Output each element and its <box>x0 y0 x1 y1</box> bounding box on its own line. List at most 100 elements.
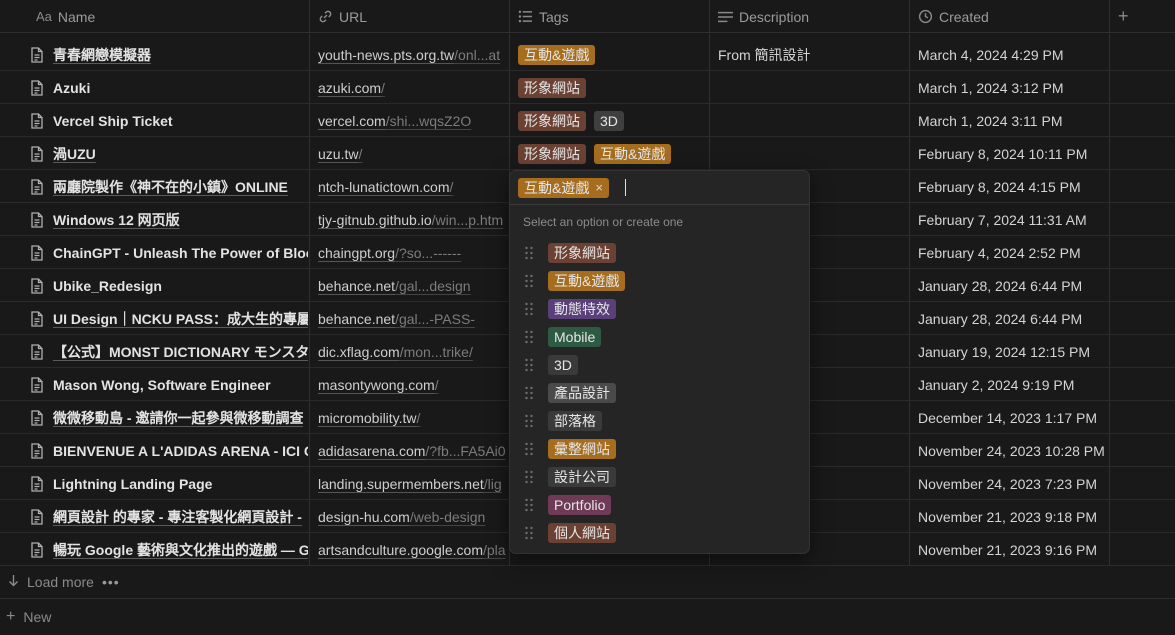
remove-tag-icon[interactable]: × <box>595 179 603 197</box>
tags-cell[interactable]: 互動&遊戲 <box>518 38 708 71</box>
name-cell[interactable]: Vercel Ship Ticket <box>30 104 308 137</box>
drag-handle-icon[interactable] <box>524 274 534 288</box>
more-options-icon[interactable]: ••• <box>102 574 120 590</box>
tag-option[interactable]: 個人網站 <box>510 519 809 547</box>
page-title-link[interactable]: Ubike_Redesign <box>53 278 162 294</box>
url-path[interactable]: /web-design <box>410 509 486 525</box>
drag-handle-icon[interactable] <box>524 302 534 316</box>
url-domain[interactable]: artsandculture.google.com <box>318 542 483 558</box>
column-header-description[interactable]: Description <box>718 0 908 33</box>
tag-option[interactable]: Portfolio <box>510 491 809 519</box>
tags-cell[interactable]: 形象網站 互動&遊戲 <box>518 137 708 170</box>
name-cell[interactable]: Azuki <box>30 71 308 104</box>
page-title-link[interactable]: Windows 12 网页版 <box>53 210 180 230</box>
url-path[interactable]: /shi...wqsZ2O <box>386 113 472 129</box>
name-cell[interactable]: BIENVENUE A L'ADIDAS ARENA - ICI C'EST <box>30 434 308 467</box>
url-cell[interactable]: vercel.com/shi...wqsZ2O <box>318 104 508 137</box>
name-cell[interactable]: Windows 12 网页版 <box>30 203 308 236</box>
name-cell[interactable]: 暢玩 Google 藝術與文化推出的遊戲 — Google <box>30 533 308 566</box>
url-domain[interactable]: tjy-gitnub.github.io <box>318 212 432 228</box>
url-path[interactable]: / <box>417 410 421 426</box>
drag-handle-icon[interactable] <box>524 442 534 456</box>
url-domain[interactable]: behance.net <box>318 278 395 294</box>
drag-handle-icon[interactable] <box>524 414 534 428</box>
page-title-link[interactable]: 網頁設計 的專家 - 專注客製化網頁設計 - <box>53 507 302 527</box>
description-cell[interactable] <box>718 137 908 170</box>
drag-handle-icon[interactable] <box>524 526 534 540</box>
tag-option[interactable]: 部落格 <box>510 407 809 435</box>
tags-cell[interactable]: 形象網站 3D <box>518 104 708 137</box>
url-domain[interactable]: masontywong.com <box>318 377 435 393</box>
url-path[interactable]: / <box>358 146 362 162</box>
column-header-created[interactable]: Created <box>918 0 1108 33</box>
column-header-name[interactable]: Aa Name <box>36 0 308 33</box>
url-path[interactable]: / <box>450 179 454 195</box>
url-cell[interactable]: dic.xflag.com/mon...trike/ <box>318 335 508 368</box>
page-title-link[interactable]: UI Design｜NCKU PASS：成大生的專屬 <box>53 309 308 329</box>
page-title-link[interactable]: 【公式】MONST DICTIONARY モンスタ <box>53 342 308 362</box>
name-cell[interactable]: 渦UZU <box>30 137 308 170</box>
url-cell[interactable]: chaingpt.org/?so...------ <box>318 236 508 269</box>
url-domain[interactable]: dic.xflag.com <box>318 344 400 360</box>
page-title-link[interactable]: Mason Wong, Software Engineer <box>53 377 271 393</box>
name-cell[interactable]: 微微移動島 - 邀請你一起參與微移動調查 <box>30 401 308 434</box>
tag-option[interactable]: 互動&遊戲 <box>510 267 809 295</box>
page-title-link[interactable]: Lightning Landing Page <box>53 476 212 492</box>
url-domain[interactable]: adidasarena.com <box>318 443 425 459</box>
url-cell[interactable]: landing.supermembers.net/lig <box>318 467 508 500</box>
tag-option[interactable]: 彙整網站 <box>510 435 809 463</box>
url-domain[interactable]: vercel.com <box>318 113 386 129</box>
name-cell[interactable]: 青春網戀模擬器 <box>30 38 308 71</box>
url-path[interactable]: / <box>381 80 385 96</box>
description-cell[interactable] <box>718 71 908 104</box>
drag-handle-icon[interactable] <box>524 246 534 260</box>
page-title-link[interactable]: 微微移動島 - 邀請你一起參與微移動調查 <box>53 408 303 428</box>
description-cell[interactable]: From 簡訊設計 <box>718 38 908 71</box>
url-domain[interactable]: micromobility.tw <box>318 410 417 426</box>
url-path[interactable]: /gal...design <box>395 278 471 294</box>
url-path[interactable]: /pla <box>483 542 506 558</box>
name-cell[interactable]: 【公式】MONST DICTIONARY モンスタ <box>30 335 308 368</box>
url-path[interactable]: /lig <box>484 476 502 492</box>
page-title-link[interactable]: 渦UZU <box>53 144 96 164</box>
url-path[interactable]: /win...p.htm <box>432 212 504 228</box>
page-title-link[interactable]: 兩廳院製作《神不在的小鎮》ONLINE <box>53 177 288 197</box>
url-domain[interactable]: ntch-lunatictown.com <box>318 179 450 195</box>
tag-option[interactable]: 3D <box>510 351 809 379</box>
url-cell[interactable]: behance.net/gal...design <box>318 269 508 302</box>
url-domain[interactable]: landing.supermembers.net <box>318 476 484 492</box>
url-cell[interactable]: micromobility.tw / <box>318 401 508 434</box>
description-cell[interactable] <box>718 104 908 137</box>
drag-handle-icon[interactable] <box>524 330 534 344</box>
name-cell[interactable]: 兩廳院製作《神不在的小鎮》ONLINE <box>30 170 308 203</box>
url-cell[interactable]: behance.net/gal...-PASS- <box>318 302 508 335</box>
tag-option[interactable]: 形象網站 <box>510 239 809 267</box>
url-path[interactable]: /mon...trike/ <box>400 344 473 360</box>
url-cell[interactable]: adidasarena.com/?fb...FA5Ai0 <box>318 434 508 467</box>
name-cell[interactable]: 網頁設計 的專家 - 專注客製化網頁設計 - <box>30 500 308 533</box>
url-path[interactable]: /onl...at <box>454 47 500 63</box>
url-cell[interactable]: youth-news.pts.org.tw/onl...at <box>318 38 508 71</box>
page-title-link[interactable]: 暢玩 Google 藝術與文化推出的遊戲 — Google <box>53 540 308 560</box>
name-cell[interactable]: Lightning Landing Page <box>30 467 308 500</box>
drag-handle-icon[interactable] <box>524 498 534 512</box>
url-path[interactable]: /?so...------ <box>395 245 461 261</box>
url-cell[interactable]: tjy-gitnub.github.io/win...p.htm <box>318 203 508 236</box>
url-cell[interactable]: artsandculture.google.com/pla <box>318 533 508 566</box>
tag-option[interactable]: 設計公司 <box>510 463 809 491</box>
url-path[interactable]: /?fb...FA5Ai0 <box>425 443 505 459</box>
page-title-link[interactable]: 青春網戀模擬器 <box>53 45 151 65</box>
url-domain[interactable]: uzu.tw <box>318 146 358 162</box>
column-header-url[interactable]: URL <box>318 0 508 33</box>
url-domain[interactable]: chaingpt.org <box>318 245 395 261</box>
tags-cell[interactable]: 形象網站 <box>518 71 708 104</box>
url-cell[interactable]: design-hu.com/web-design <box>318 500 508 533</box>
url-path[interactable]: / <box>435 377 439 393</box>
tag-option[interactable]: 產品設計 <box>510 379 809 407</box>
url-cell[interactable]: ntch-lunatictown.com / <box>318 170 508 203</box>
url-domain[interactable]: youth-news.pts.org.tw <box>318 47 454 63</box>
tag-search-input[interactable]: 互動&遊戲 × <box>510 171 809 205</box>
url-domain[interactable]: azuki.com <box>318 80 381 96</box>
url-cell[interactable]: uzu.tw / <box>318 137 508 170</box>
url-domain[interactable]: design-hu.com <box>318 509 410 525</box>
